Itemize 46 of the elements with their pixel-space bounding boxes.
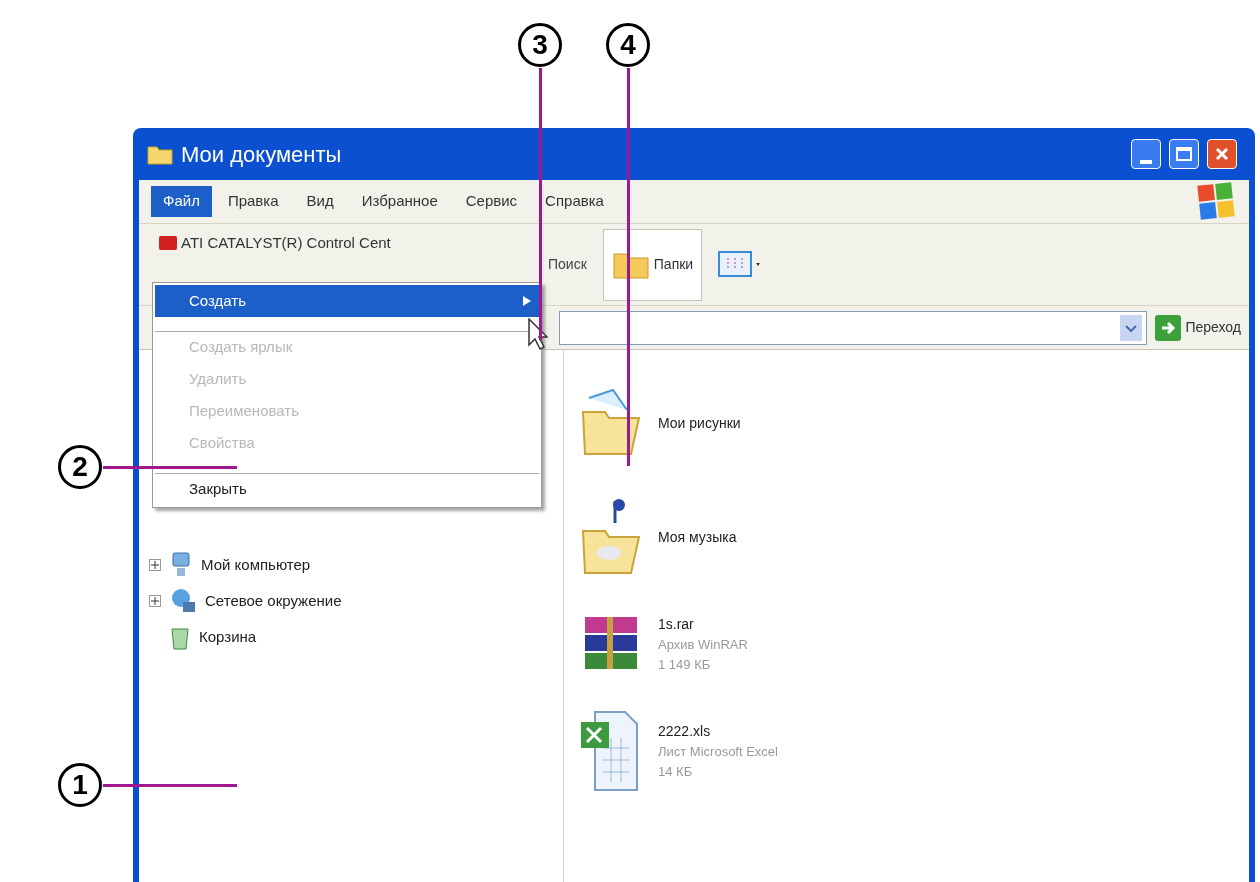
menu-item[interactable]: Закрыть bbox=[155, 473, 539, 505]
menu-item[interactable]: Файл bbox=[151, 186, 212, 217]
file-name[interactable]: Мои рисунки bbox=[658, 412, 741, 434]
computer-icon bbox=[169, 552, 193, 578]
close-icon bbox=[1215, 147, 1229, 161]
menu-item[interactable]: Правка bbox=[215, 186, 291, 217]
maximize-icon bbox=[1176, 147, 1192, 161]
search-button[interactable]: Поиск bbox=[548, 254, 587, 275]
file-name[interactable]: 1s.rar bbox=[658, 614, 748, 635]
menu-item[interactable]: Вид bbox=[294, 186, 346, 217]
window-title: Мои документы bbox=[181, 140, 342, 169]
minimize-icon bbox=[1140, 160, 1152, 164]
toolbar-link[interactable]: ATI CATALYST(R) Control Cent bbox=[181, 232, 391, 255]
close-button[interactable] bbox=[1207, 139, 1237, 169]
tree-item[interactable]: Корзина bbox=[199, 625, 257, 649]
go-button[interactable]: Переход bbox=[1155, 314, 1241, 341]
file-size: 1 149 КБ bbox=[658, 655, 712, 674]
callout-number: 3 bbox=[518, 23, 562, 67]
menu-item[interactable]: Справка bbox=[533, 186, 616, 217]
submenu-arrow-icon bbox=[523, 296, 531, 306]
tree-item[interactable]: Мой компьютер bbox=[201, 553, 311, 577]
network-icon bbox=[169, 588, 197, 614]
music-folder-icon bbox=[579, 497, 643, 577]
address-field[interactable] bbox=[559, 310, 1148, 345]
callout-number: 1 bbox=[58, 763, 102, 807]
expand-icon[interactable] bbox=[149, 559, 161, 571]
minimize-button[interactable] bbox=[1131, 139, 1161, 169]
callout-number: 2 bbox=[58, 445, 102, 489]
dropdown-icon bbox=[1120, 314, 1143, 341]
file-name[interactable]: Моя музыка bbox=[658, 526, 737, 548]
file-name[interactable]: 2222.xls bbox=[658, 721, 778, 742]
file-type: Архив WinRAR bbox=[658, 636, 748, 654]
windows-logo-icon bbox=[1197, 182, 1235, 220]
app-icon bbox=[159, 236, 177, 251]
menu-item[interactable]: Создать bbox=[155, 285, 539, 317]
file-type: Лист Microsoft Excel bbox=[658, 743, 778, 761]
expand-icon[interactable] bbox=[149, 595, 161, 607]
menu-item[interactable]: Избранное bbox=[349, 186, 450, 217]
maximize-button[interactable] bbox=[1169, 139, 1199, 169]
menu-item[interactable]: Сервис bbox=[453, 186, 530, 217]
callout-number: 4 bbox=[606, 23, 650, 67]
tree-item[interactable]: Сетевое окружение bbox=[205, 589, 342, 613]
file-size: 14 КБ bbox=[658, 762, 694, 781]
folders-button[interactable]: Папки bbox=[602, 228, 703, 301]
folder-icon bbox=[147, 143, 173, 165]
folder-icon bbox=[579, 388, 643, 458]
